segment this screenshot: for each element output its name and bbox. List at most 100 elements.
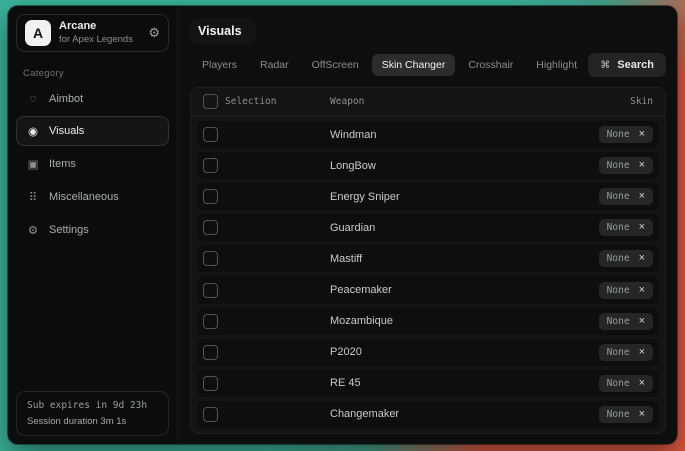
skin-badge[interactable]: None× xyxy=(599,126,653,143)
weapon-name: Energy Sniper xyxy=(330,191,557,203)
table-body: Windman None × LongBow None × Energy Snipe… xyxy=(191,116,665,433)
table-row: Energy Sniper None × xyxy=(197,183,659,210)
sidebar-item-aimbot[interactable]: ◌ Aimbot xyxy=(16,85,169,113)
skin-value: None xyxy=(607,378,630,389)
remove-skin-icon[interactable]: × xyxy=(639,316,645,327)
skin-badge[interactable]: None × xyxy=(599,313,653,330)
remove-skin-icon[interactable]: × xyxy=(639,378,645,389)
search-button[interactable]: ⌘ Search xyxy=(588,53,666,77)
remove-skin-icon[interactable]: × xyxy=(639,191,645,202)
table-row: Mozambique None × xyxy=(197,308,659,335)
app-header-card: A Arcane for Apex Legends ⚙ xyxy=(16,14,169,52)
skin-badge[interactable]: None × xyxy=(599,188,653,205)
sidebar-item-label: Aimbot xyxy=(49,93,83,105)
sidebar-item-miscellaneous[interactable]: ⠿ Miscellaneous xyxy=(16,182,169,212)
tab-skin-changer[interactable]: Skin Changer xyxy=(372,54,456,76)
remove-skin-icon[interactable]: × xyxy=(639,409,645,420)
session-duration-text: Session duration 3m 1s xyxy=(27,416,158,427)
sidebar-item-label: Visuals xyxy=(49,125,84,137)
remove-skin-icon[interactable]: × xyxy=(639,129,645,140)
search-button-label: Search xyxy=(617,59,654,71)
skin-badge[interactable]: None × xyxy=(599,219,653,236)
aimbot-icon: ◌ xyxy=(26,93,40,105)
skin-badge[interactable]: None × xyxy=(599,282,653,299)
sidebar-item-label: Items xyxy=(49,158,76,170)
command-icon: ⌘ xyxy=(600,60,610,71)
sidebar: A Arcane for Apex Legends ⚙ Category ◌ A… xyxy=(8,6,178,444)
sidebar-nav: ◌ Aimbot ◉ Visuals ▣ Items ⠿ Miscellaneo… xyxy=(16,85,169,245)
app-title: Arcane xyxy=(59,20,140,34)
table-row: Guardian None× xyxy=(197,214,659,241)
column-header-selection: Selection xyxy=(225,96,330,107)
remove-skin-icon[interactable]: × xyxy=(639,222,645,233)
row-checkbox[interactable] xyxy=(203,407,218,422)
row-checkbox[interactable] xyxy=(203,251,218,266)
tab-players[interactable]: Players xyxy=(192,54,247,76)
column-header-weapon: Weapon xyxy=(330,96,557,107)
skin-value: None xyxy=(607,347,630,358)
skin-value: None xyxy=(607,222,630,233)
remove-skin-icon[interactable]: × xyxy=(639,253,645,264)
remove-skin-icon[interactable]: × xyxy=(639,160,645,171)
table-row: Peacemaker None × xyxy=(197,276,659,303)
skin-value: None xyxy=(607,253,630,264)
app-logo: A xyxy=(25,20,51,46)
row-checkbox[interactable] xyxy=(203,283,218,298)
main-panel: Visuals Players Radar OffScreen Skin Cha… xyxy=(178,6,677,444)
app-window: A Arcane for Apex Legends ⚙ Category ◌ A… xyxy=(8,6,677,444)
tab-radar[interactable]: Radar xyxy=(250,54,299,76)
skin-value: None xyxy=(607,160,630,171)
sidebar-item-visuals[interactable]: ◉ Visuals xyxy=(16,116,169,146)
subscription-info-card: Sub expires in 9d 23h Session duration 3… xyxy=(16,391,169,436)
row-checkbox[interactable] xyxy=(203,314,218,329)
skin-badge[interactable]: None × xyxy=(599,157,653,174)
remove-skin-icon[interactable]: × xyxy=(639,285,645,296)
weapon-name: Mastiff xyxy=(330,253,557,265)
page-title-chip: Visuals xyxy=(190,18,256,45)
row-checkbox[interactable] xyxy=(203,220,218,235)
skin-value: None xyxy=(607,191,630,202)
sidebar-item-settings[interactable]: ⚙ Settings xyxy=(16,215,169,245)
app-meta: Arcane for Apex Legends xyxy=(59,20,140,46)
column-header-skin: Skin xyxy=(557,96,653,107)
weapon-name: P2020 xyxy=(330,346,557,358)
weapon-name: Mozambique xyxy=(330,315,557,327)
skin-value: None xyxy=(607,409,630,420)
tab-crosshair[interactable]: Crosshair xyxy=(458,54,523,76)
desktop-background: A Arcane for Apex Legends ⚙ Category ◌ A… xyxy=(0,0,685,451)
row-checkbox[interactable] xyxy=(203,127,218,142)
sidebar-item-label: Miscellaneous xyxy=(49,191,119,203)
table-row: LongBow None × xyxy=(197,152,659,179)
sidebar-item-label: Settings xyxy=(49,224,89,236)
app-subtitle: for Apex Legends xyxy=(59,34,140,46)
table-row: RE 45 None× xyxy=(197,370,659,397)
skin-badge[interactable]: None × xyxy=(599,344,653,361)
remove-skin-icon[interactable]: × xyxy=(639,347,645,358)
weapon-name: Peacemaker xyxy=(330,284,557,296)
table-row: Mastiff None × xyxy=(197,245,659,272)
page-title: Visuals xyxy=(198,24,242,38)
skin-badge[interactable]: None × xyxy=(599,375,653,392)
tab-highlight[interactable]: Highlight xyxy=(526,54,587,76)
skin-value: None xyxy=(607,316,630,327)
tab-offscreen[interactable]: OffScreen xyxy=(302,54,369,76)
row-checkbox[interactable] xyxy=(203,376,218,391)
sub-expires-text: Sub expires in 9d 23h xyxy=(27,400,158,411)
category-label: Category xyxy=(23,68,169,79)
row-checkbox[interactable] xyxy=(203,158,218,173)
skin-badge[interactable]: None × xyxy=(599,250,653,267)
skin-badge[interactable]: None × xyxy=(599,406,653,423)
settings-icon: ⚙ xyxy=(26,223,40,237)
table-header-row: Selection Weapon Skin xyxy=(191,88,665,116)
weapon-name: LongBow xyxy=(330,160,557,172)
sidebar-item-items[interactable]: ▣ Items xyxy=(16,149,169,179)
skin-value: None xyxy=(607,285,630,296)
weapon-name: Windman xyxy=(330,129,557,141)
select-all-checkbox[interactable] xyxy=(203,94,218,109)
skin-table: Selection Weapon Skin Windman None× Long xyxy=(190,87,666,434)
row-checkbox[interactable] xyxy=(203,189,218,204)
row-checkbox[interactable] xyxy=(203,345,218,360)
weapon-name: Changemaker xyxy=(330,408,557,420)
items-icon: ▣ xyxy=(26,157,40,171)
gear-icon[interactable]: ⚙ xyxy=(148,25,160,41)
